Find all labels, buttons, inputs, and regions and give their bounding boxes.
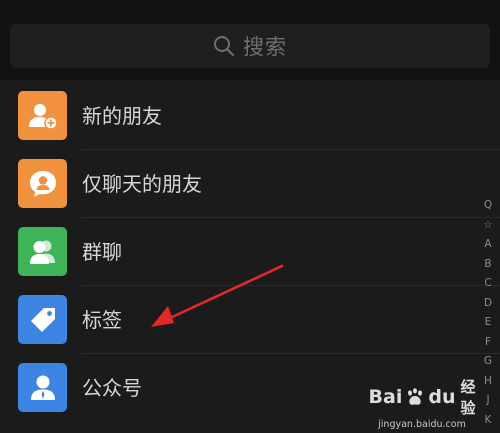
chat-only-friend-icon <box>18 159 67 208</box>
index-letter[interactable]: J <box>486 391 489 411</box>
watermark-logo: Bai du 经验 <box>368 376 476 418</box>
index-letter[interactable]: Q <box>484 196 492 216</box>
contact-item-label: 群聊 <box>82 240 122 264</box>
search-area: 搜索 <box>0 0 500 80</box>
watermark-service: 经验 <box>460 378 476 417</box>
add-friend-icon <box>18 91 67 140</box>
contact-item-new-friends[interactable]: 新的朋友 <box>0 82 500 150</box>
index-letter[interactable]: C <box>484 274 491 294</box>
index-letter[interactable]: E <box>485 313 492 333</box>
contact-item-label: 仅聊天的朋友 <box>82 172 202 196</box>
index-letter[interactable]: G <box>484 352 492 372</box>
tag-icon <box>18 295 67 344</box>
index-letter[interactable]: A <box>484 235 491 255</box>
search-icon <box>213 35 235 57</box>
alphabet-index-bar[interactable]: Q ☆ A B C D E F G H J K <box>480 196 496 430</box>
index-letter[interactable]: K <box>485 411 492 431</box>
watermark-brand-left: Bai <box>368 386 403 408</box>
index-letter[interactable]: F <box>485 333 491 353</box>
contact-item-chat-only-friends[interactable]: 仅聊天的朋友 <box>0 150 500 218</box>
contact-item-tags[interactable]: 标签 <box>0 286 500 354</box>
contact-item-group-chats[interactable]: 群聊 <box>0 218 500 286</box>
index-letter[interactable]: H <box>484 372 492 392</box>
index-letter[interactable]: ☆ <box>483 216 492 236</box>
paw-icon <box>405 387 425 407</box>
index-letter[interactable]: D <box>484 294 492 314</box>
baidu-jingyan-watermark: Bai du 经验 jingyan.baidu.com <box>368 376 476 430</box>
search-bar[interactable]: 搜索 <box>10 24 490 68</box>
watermark-brand-right: du <box>428 386 456 408</box>
contact-item-label: 公众号 <box>82 376 142 400</box>
contact-item-label: 新的朋友 <box>82 104 162 128</box>
index-letter[interactable]: B <box>484 255 491 275</box>
contact-item-label: 标签 <box>82 308 122 332</box>
contact-list: 新的朋友 仅聊天的朋友 群聊 标签 公众号 <box>0 82 500 422</box>
group-chat-icon <box>18 227 67 276</box>
official-account-icon <box>18 363 67 412</box>
watermark-url: jingyan.baidu.com <box>378 419 466 430</box>
search-placeholder: 搜索 <box>243 35 287 59</box>
